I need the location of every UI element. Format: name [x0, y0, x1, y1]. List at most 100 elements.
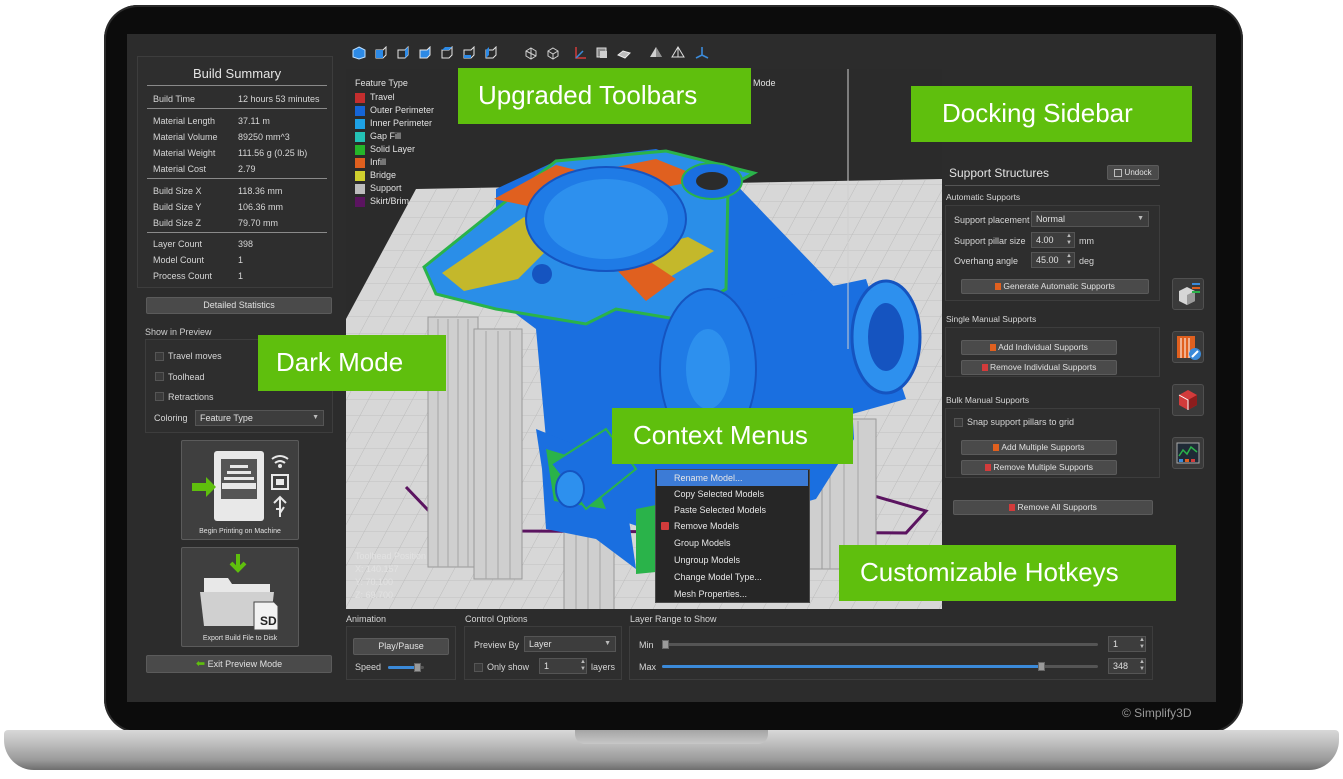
speed-slider-fill: [388, 666, 417, 669]
only-show-checkbox[interactable]: [474, 663, 483, 672]
summary-label: Material Length: [153, 116, 216, 126]
bed-icon[interactable]: [617, 46, 631, 60]
legend-label: Gap Fill: [370, 131, 402, 141]
view-front-icon[interactable]: [374, 46, 388, 60]
export-build-file-button[interactable]: SD Export Build File to Disk: [181, 547, 299, 647]
origin-icon[interactable]: [695, 46, 709, 60]
retractions-label: Retractions: [168, 392, 214, 402]
snap-pillars-label: Snap support pillars to grid: [967, 417, 1075, 427]
wireframe-icon[interactable]: [546, 46, 560, 60]
summary-label: Model Count: [153, 255, 205, 265]
dock-model-cube[interactable]: [1172, 384, 1204, 416]
section-icon[interactable]: [595, 46, 609, 60]
overhang-angle-label: Overhang angle: [954, 256, 1019, 266]
view-top-icon[interactable]: [462, 46, 476, 60]
dock-supports-edit[interactable]: [1172, 331, 1204, 363]
view-bottom-icon[interactable]: [484, 46, 498, 60]
undock-icon: [1114, 168, 1123, 177]
exit-preview-button[interactable]: ⬅ Exit Preview Mode: [146, 655, 332, 673]
min-layer-stepper[interactable]: ▲ ▼: [1138, 637, 1146, 651]
axes-icon[interactable]: [573, 46, 587, 60]
chevron-down-icon: ▼: [312, 414, 319, 421]
summary-value: 79.70 mm: [238, 218, 279, 228]
summary-label: Material Volume: [153, 132, 218, 142]
callout-context-menus: Context Menus: [612, 408, 853, 464]
coloring-label: Coloring: [154, 413, 188, 423]
legend-label: Infill: [370, 157, 387, 167]
summary-divider: [147, 108, 327, 109]
travel-moves-label: Travel moves: [168, 351, 222, 361]
view-default-icon[interactable]: [352, 46, 366, 60]
callout-docking-sidebar: Docking Sidebar: [911, 86, 1192, 142]
begin-printing-button[interactable]: Begin Printing on Machine: [181, 440, 299, 540]
context-item-rename[interactable]: Rename Model...: [657, 470, 808, 486]
context-item-group[interactable]: Group Models: [657, 535, 808, 551]
legend-swatch: [355, 132, 365, 142]
perspective-icon[interactable]: [524, 46, 538, 60]
support-placement-label: Support placement: [954, 215, 1030, 225]
context-item-remove[interactable]: Remove Models: [657, 518, 808, 534]
pillar-size-stepper[interactable]: ▲ ▼: [1065, 233, 1073, 247]
toolhead-z: Z: 69.700: [355, 590, 394, 600]
laptop-notch: [575, 730, 768, 744]
generate-supports-label: Generate Automatic Supports: [1003, 281, 1115, 291]
toolhead-checkbox[interactable]: [155, 372, 164, 381]
max-slider-handle[interactable]: [1038, 662, 1046, 671]
automatic-supports-title: Automatic Supports: [946, 192, 1021, 202]
remove-all-supports-button[interactable]: Remove All Supports: [953, 500, 1153, 515]
only-show-stepper[interactable]: ▲ ▼: [579, 659, 587, 673]
context-item-mesh-properties[interactable]: Mesh Properties...: [657, 586, 808, 602]
retractions-checkbox[interactable]: [155, 392, 164, 401]
context-item-paste[interactable]: Paste Selected Models: [657, 502, 808, 518]
chevron-down-icon: ▼: [1137, 215, 1144, 222]
summary-label: Material Weight: [153, 148, 216, 158]
context-menu: Rename Model... Copy Selected Models Pas…: [655, 469, 810, 603]
context-item-ungroup[interactable]: Ungroup Models: [657, 552, 808, 568]
dock-statistics[interactable]: [1172, 437, 1204, 469]
undock-button[interactable]: Undock: [1107, 165, 1159, 180]
transparent-render-icon[interactable]: [671, 46, 685, 60]
snap-pillars-checkbox[interactable]: [954, 418, 963, 427]
min-slider-track[interactable]: [662, 643, 1098, 646]
generate-automatic-supports-button[interactable]: Generate Automatic Supports: [961, 279, 1149, 294]
detailed-statistics-button[interactable]: Detailed Statistics: [146, 297, 332, 314]
summary-label: Build Size X: [153, 186, 202, 196]
solid-render-icon[interactable]: [649, 46, 663, 60]
only-show-label: Only show: [487, 662, 530, 672]
min-slider-handle[interactable]: [662, 640, 669, 649]
add-individual-supports-button[interactable]: Add Individual Supports: [961, 340, 1117, 355]
max-layer-stepper[interactable]: ▲ ▼: [1138, 659, 1146, 673]
dock-support-structures[interactable]: [1172, 278, 1204, 310]
legend-label: Outer Perimeter: [370, 105, 435, 115]
legend-swatch: [355, 119, 365, 129]
context-item-change-type[interactable]: Change Model Type...: [657, 569, 808, 585]
min-layer-value: 1: [1113, 639, 1119, 649]
sd-card-label: SD: [260, 614, 277, 628]
speed-label: Speed: [355, 662, 382, 672]
context-item-remove-label: Remove Models: [674, 521, 740, 531]
summary-divider: [147, 178, 327, 179]
summary-value: 118.36 mm: [238, 186, 283, 196]
view-right-icon[interactable]: [440, 46, 454, 60]
travel-moves-checkbox[interactable]: [155, 352, 164, 361]
support-placement-select[interactable]: Normal ▼: [1031, 211, 1149, 227]
begin-printing-label: Begin Printing on Machine: [199, 528, 281, 535]
play-pause-button[interactable]: Play/Pause: [353, 638, 449, 655]
summary-value: 106.36 mm: [238, 202, 284, 212]
remove-individual-supports-button[interactable]: Remove Individual Supports: [961, 360, 1117, 375]
context-item-copy[interactable]: Copy Selected Models: [657, 486, 808, 502]
add-multiple-supports-button[interactable]: Add Multiple Supports: [961, 440, 1117, 455]
remove-multiple-supports-button[interactable]: Remove Multiple Supports: [961, 460, 1117, 475]
remove-multiple-icon: [984, 464, 991, 472]
overhang-angle-stepper[interactable]: ▲ ▼: [1065, 253, 1073, 267]
max-slider-fill: [662, 665, 1042, 668]
max-label: Max: [639, 662, 657, 672]
pillar-size-value: 4.00: [1036, 235, 1054, 245]
layers-label: layers: [591, 662, 616, 672]
preview-by-select[interactable]: Layer ▼: [524, 636, 616, 652]
view-left-icon[interactable]: [418, 46, 432, 60]
view-back-icon[interactable]: [396, 46, 410, 60]
speed-slider-handle[interactable]: [413, 663, 421, 672]
coloring-select[interactable]: Feature Type ▼: [195, 410, 324, 426]
add-individual-label: Add Individual Supports: [998, 342, 1088, 352]
